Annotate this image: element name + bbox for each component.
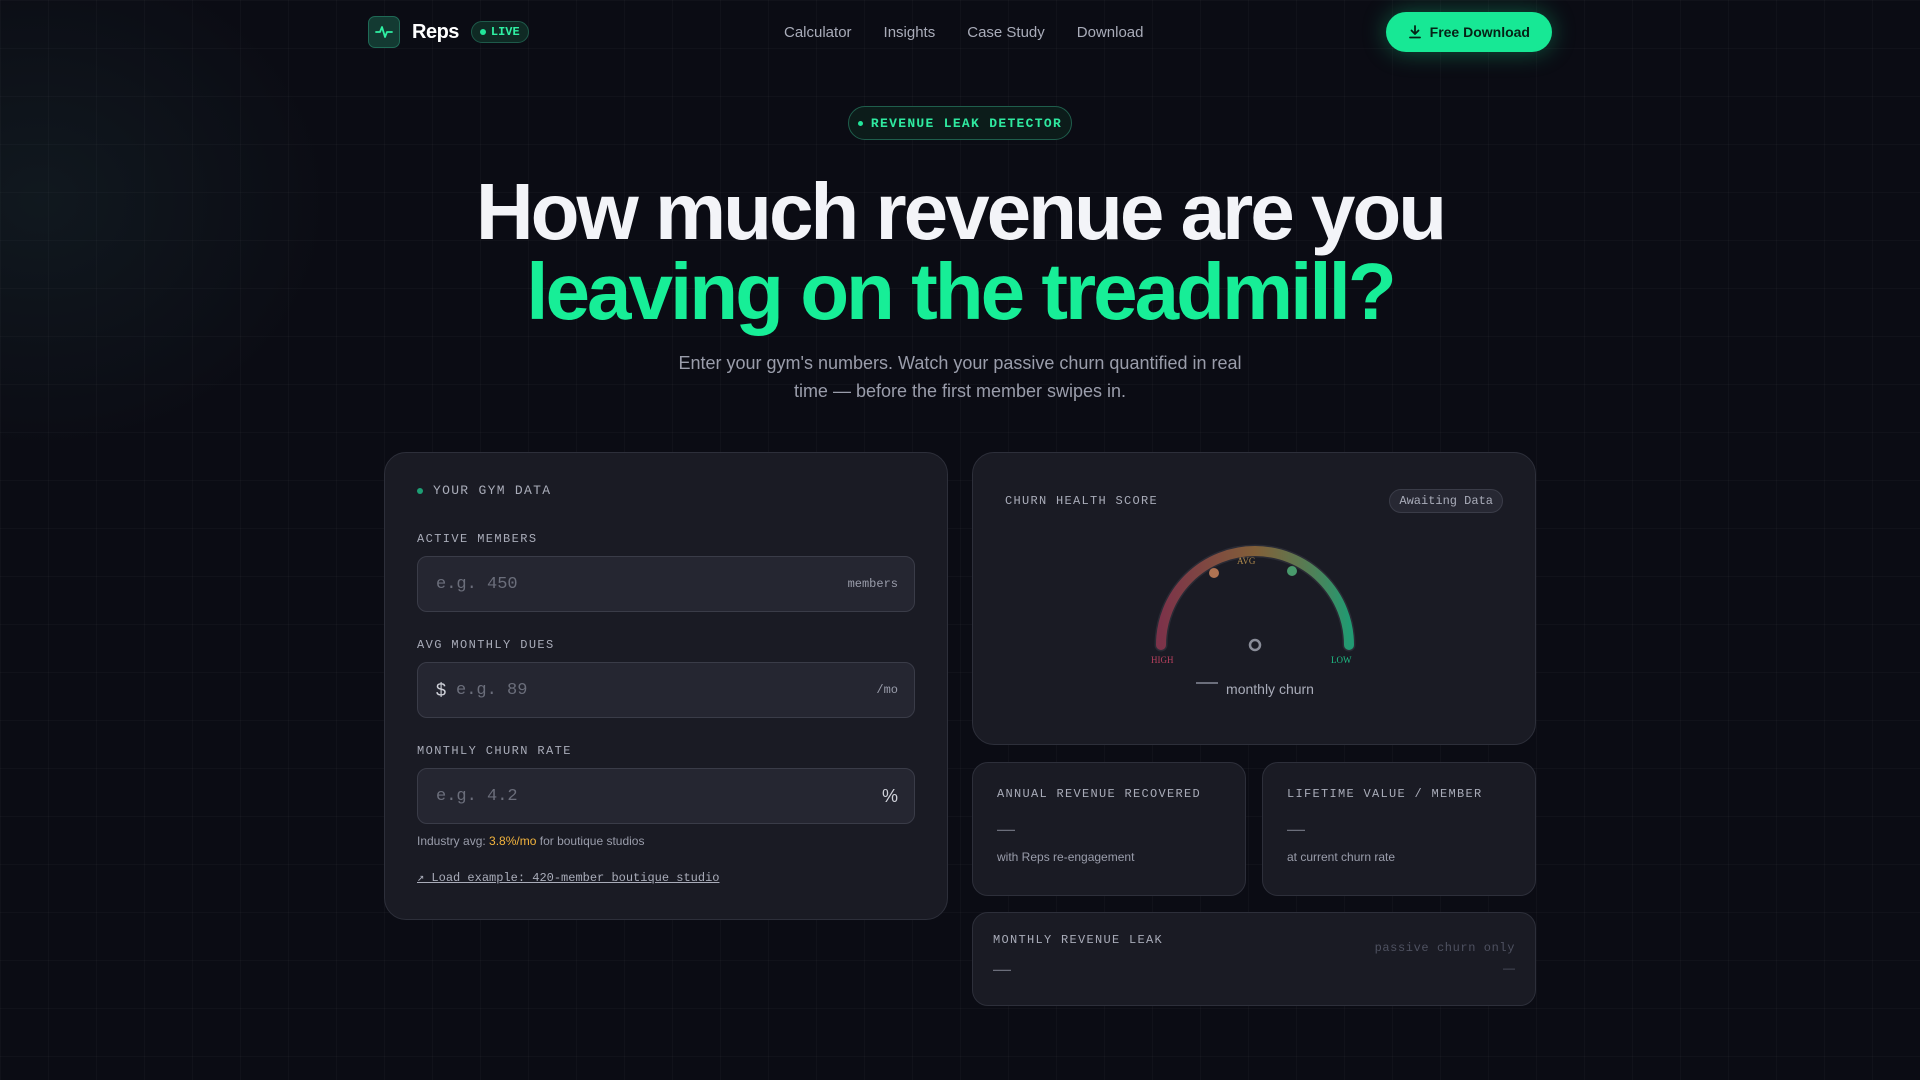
- churn-gauge: AVG HIGH LOW: [1151, 541, 1359, 673]
- hero-subtitle: Enter your gym's numbers. Watch your pas…: [678, 353, 1242, 401]
- annual-revenue-value: —: [997, 819, 1015, 839]
- percent-suffix: %: [881, 785, 898, 806]
- churn-rate-field: %: [417, 768, 915, 824]
- live-badge: LIVE: [470, 21, 529, 43]
- active-members-input[interactable]: [436, 574, 848, 594]
- annual-revenue-note: with Reps re-engagement: [997, 850, 1135, 864]
- readout-label: monthly churn: [1226, 681, 1314, 697]
- gym-data-section-label: YOUR GYM DATA: [417, 483, 915, 498]
- annual-revenue-card: ANNUAL REVENUE RECOVERED — with Reps re-…: [972, 762, 1246, 896]
- download-icon: [1408, 25, 1421, 39]
- free-download-button[interactable]: Free Download: [1385, 12, 1552, 52]
- gym-data-title: YOUR GYM DATA: [433, 483, 552, 498]
- hero-title-line1: How much revenue are you: [475, 167, 1447, 256]
- gauge-marker-high: [1209, 568, 1219, 578]
- churn-rate-input[interactable]: [436, 786, 882, 806]
- gauge-label-avg: AVG: [1237, 556, 1256, 566]
- avg-dues-input[interactable]: [456, 680, 877, 700]
- top-nav: Reps LIVE Calculator Insights Case Study…: [368, 12, 1552, 52]
- hint-prefix: Industry avg:: [417, 834, 490, 848]
- active-members-label: ACTIVE MEMBERS: [417, 532, 538, 546]
- nav-link-calculator[interactable]: Calculator: [784, 24, 852, 41]
- gauge-label-low: LOW: [1331, 655, 1352, 665]
- gym-data-card: YOUR GYM DATA ACTIVE MEMBERS members AVG…: [384, 452, 948, 920]
- nav-link-download[interactable]: Download: [1077, 24, 1144, 41]
- section-dot-icon: [417, 487, 423, 494]
- gauge-readout: monthly churn: [973, 681, 1537, 697]
- active-members-suffix: members: [847, 577, 898, 591]
- churn-health-card: CHURN HEALTH SCORE Awaiting Data AVG HIG…: [972, 452, 1536, 745]
- free-download-label: Free Download: [1429, 24, 1530, 40]
- hint-suffix: for boutique studios: [536, 834, 645, 848]
- annual-revenue-title: ANNUAL REVENUE RECOVERED: [997, 787, 1202, 801]
- gauge-marker-low: [1287, 566, 1297, 576]
- lifetime-value-value: —: [1287, 819, 1305, 839]
- hero-title-line2: leaving on the treadmill?: [526, 247, 1396, 336]
- monthly-leak-card: MONTHLY REVENUE LEAK — passive churn onl…: [972, 912, 1536, 1006]
- churn-rate-label: MONTHLY CHURN RATE: [417, 744, 572, 758]
- avg-dues-field: $ /mo: [417, 662, 915, 718]
- nav-links: Calculator Insights Case Study Download: [784, 24, 1144, 41]
- hero-pill: REVENUE LEAK DETECTOR: [848, 106, 1072, 140]
- gauge-label-high: HIGH: [1151, 655, 1174, 665]
- pill-dot-icon: [857, 120, 863, 126]
- avg-dues-label: AVG MONTHLY DUES: [417, 638, 555, 652]
- pulse-logo-icon: [368, 16, 400, 48]
- status-badge: Awaiting Data: [1389, 489, 1503, 513]
- leak-side-info: passive churn only —: [1375, 941, 1515, 975]
- lifetime-value-card: LIFETIME VALUE / MEMBER — at current chu…: [1262, 762, 1536, 896]
- avg-dues-suffix: /mo: [876, 683, 898, 697]
- load-example-link[interactable]: ↗ Load example: 420-member boutique stud…: [417, 870, 719, 885]
- readout-placeholder-dash: [1196, 682, 1219, 684]
- currency-prefix: $: [436, 679, 447, 700]
- gauge-needle-hub: [1248, 638, 1262, 652]
- nav-link-insights[interactable]: Insights: [884, 24, 936, 41]
- lifetime-value-title: LIFETIME VALUE / MEMBER: [1287, 787, 1483, 801]
- hero-pill-label: REVENUE LEAK DETECTOR: [870, 115, 1063, 131]
- brand[interactable]: Reps LIVE: [368, 16, 529, 48]
- nav-link-case-study[interactable]: Case Study: [967, 24, 1045, 41]
- lifetime-value-note: at current churn rate: [1287, 850, 1396, 864]
- active-members-field: members: [417, 556, 915, 612]
- brand-name: Reps: [412, 20, 459, 43]
- leak-side-title: passive churn only: [1374, 941, 1515, 955]
- industry-avg-hint: Industry avg: 3.8%/mo for boutique studi…: [417, 834, 915, 848]
- live-badge-label: LIVE: [490, 25, 520, 39]
- churn-health-title: CHURN HEALTH SCORE: [1005, 494, 1159, 508]
- hint-value: 3.8%/mo: [489, 834, 537, 848]
- leak-side-value: —: [1503, 961, 1515, 975]
- live-dot-icon: [479, 29, 486, 35]
